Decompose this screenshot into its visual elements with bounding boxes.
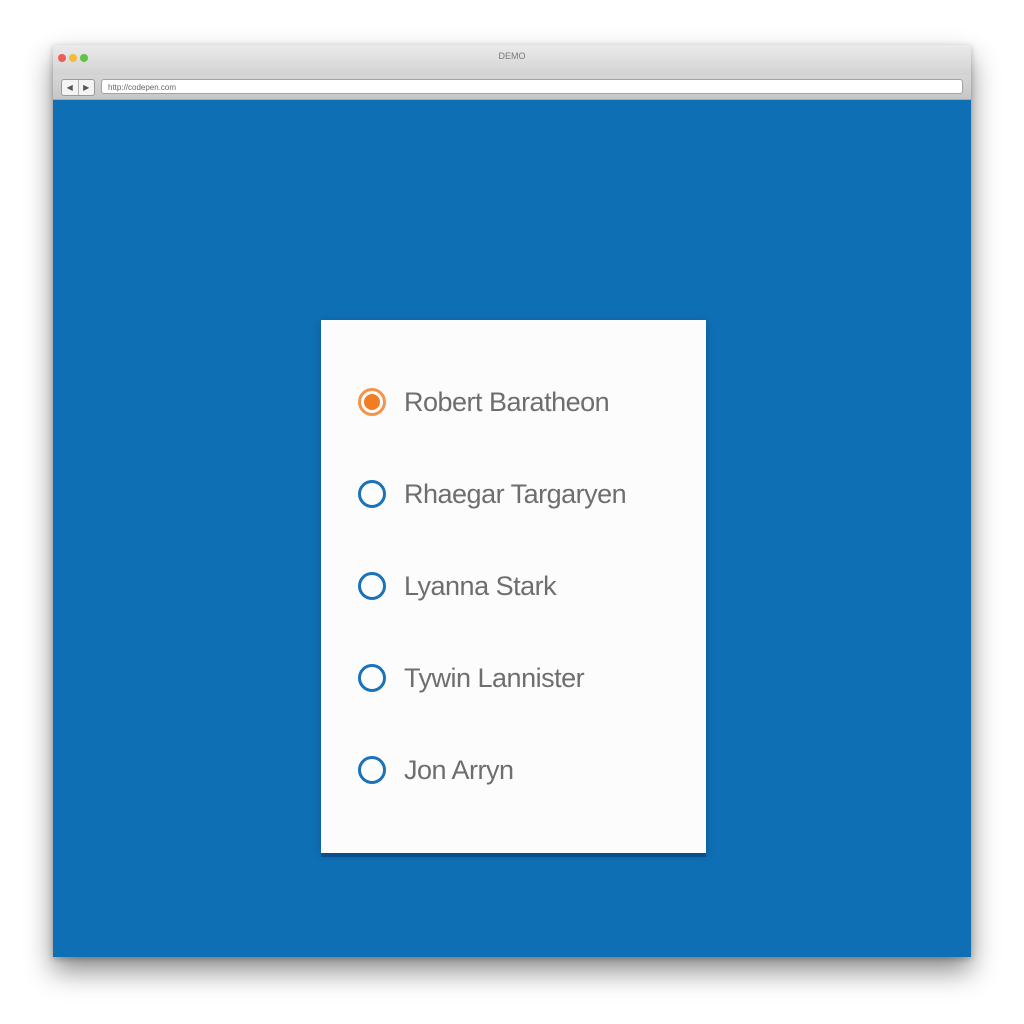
radio-label[interactable]: Robert Baratheon bbox=[404, 387, 610, 418]
chevron-right-icon[interactable]: ▶ bbox=[77, 80, 95, 95]
radio-unchecked-icon[interactable] bbox=[358, 756, 386, 784]
radio-unchecked-icon[interactable] bbox=[358, 572, 386, 600]
radio-option-lyanna-stark[interactable]: Lyanna Stark bbox=[358, 562, 557, 610]
radio-dot-icon bbox=[364, 394, 380, 410]
radio-option-rhaegar-targaryen[interactable]: Rhaegar Targaryen bbox=[358, 470, 627, 518]
browser-toolbar: ◀ ▶ http://codepen.com bbox=[53, 75, 971, 100]
radio-unchecked-icon[interactable] bbox=[358, 480, 386, 508]
radio-checked-icon[interactable] bbox=[358, 388, 386, 416]
title-bar: DEMO bbox=[53, 45, 971, 75]
radio-label[interactable]: Jon Arryn bbox=[404, 755, 514, 786]
radio-option-tywin-lannister[interactable]: Tywin Lannister bbox=[358, 654, 585, 702]
nav-buttons: ◀ ▶ bbox=[61, 79, 95, 96]
radio-option-robert-baratheon[interactable]: Robert Baratheon bbox=[358, 378, 610, 426]
page-content: Robert Baratheon Rhaegar Targaryen Lyann… bbox=[53, 100, 971, 957]
radio-label[interactable]: Tywin Lannister bbox=[404, 663, 585, 694]
address-bar[interactable]: http://codepen.com bbox=[101, 79, 963, 94]
window-title: DEMO bbox=[498, 51, 526, 61]
radio-unchecked-icon[interactable] bbox=[358, 664, 386, 692]
radio-option-jon-arryn[interactable]: Jon Arryn bbox=[358, 746, 514, 794]
radio-card: Robert Baratheon Rhaegar Targaryen Lyann… bbox=[321, 320, 706, 853]
radio-label[interactable]: Lyanna Stark bbox=[404, 571, 557, 602]
browser-window: DEMO ◀ ▶ http://codepen.com Robert Barat… bbox=[53, 45, 971, 957]
radio-label[interactable]: Rhaegar Targaryen bbox=[404, 479, 627, 510]
chevron-left-icon[interactable]: ◀ bbox=[62, 80, 78, 95]
